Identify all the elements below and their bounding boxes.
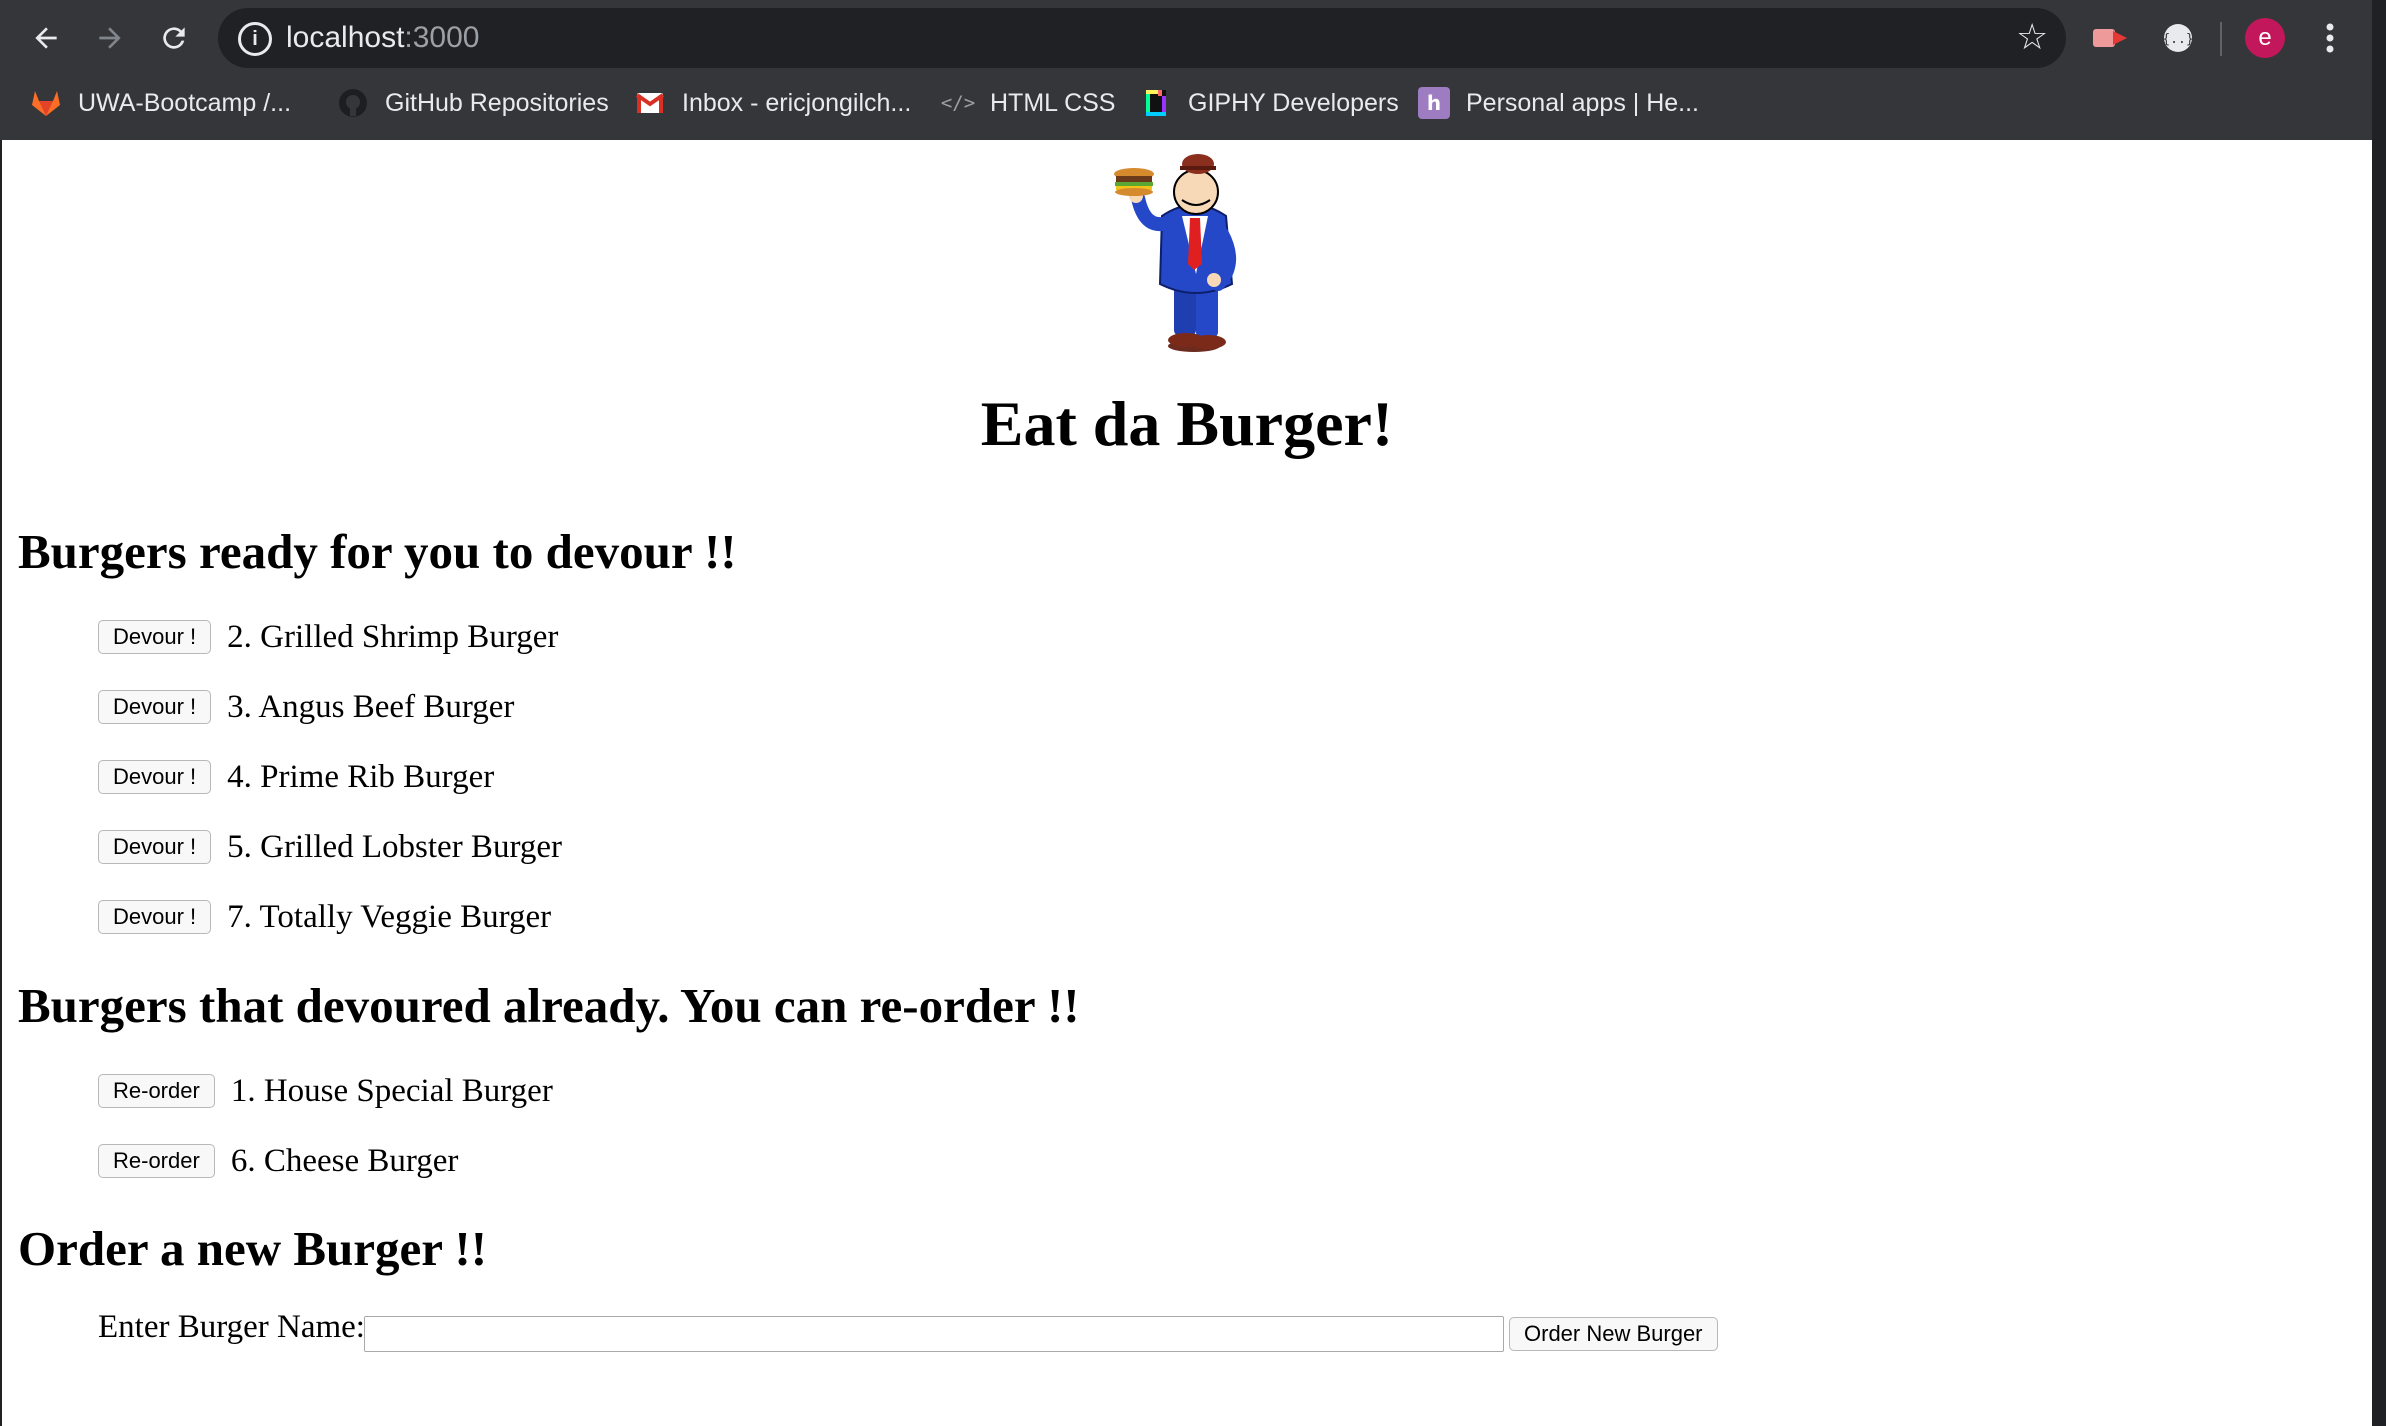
- giphy-icon: [1140, 87, 1172, 119]
- burger-name: 6. Cheese Burger: [230, 1142, 459, 1179]
- order-new-burger-button[interactable]: Order New Burger: [1509, 1317, 1718, 1351]
- back-arrow-icon[interactable]: [22, 14, 70, 62]
- json-viewer-extension-icon[interactable]: {..}: [2158, 18, 2198, 58]
- menu-kebab-icon[interactable]: [2310, 18, 2350, 58]
- bookmark-html-css[interactable]: </> HTML CSS: [940, 80, 1116, 126]
- bookmark-label: Personal apps | He...: [1466, 88, 1700, 117]
- bookmark-label: UWA-Bootcamp /...: [78, 88, 292, 117]
- devour-button[interactable]: Devour !: [98, 760, 212, 794]
- page-title: Eat da Burger!: [980, 388, 1394, 459]
- toolbar: i localhost:3000 ☆ {..} e: [0, 0, 2372, 76]
- reorder-button[interactable]: Re-order: [98, 1074, 215, 1108]
- gmail-icon: [634, 87, 666, 119]
- bookmark-star-icon[interactable]: ☆: [2016, 16, 2048, 58]
- code-icon: </>: [940, 92, 976, 114]
- burger-name: 7. Totally Veggie Burger: [227, 898, 552, 935]
- bookmark-label: GitHub Repositories: [385, 88, 609, 117]
- bookmark-label: GIPHY Developers: [1188, 88, 1399, 117]
- devour-button[interactable]: Devour !: [98, 900, 212, 934]
- url-host: localhost: [286, 21, 405, 54]
- gitlab-icon: [30, 87, 62, 119]
- bookmark-inbox[interactable]: Inbox - ericjongilch...: [634, 80, 911, 126]
- burger-name: 4. Prime Rib Burger: [227, 758, 495, 795]
- burger-mascot-logo: [1110, 154, 1260, 354]
- list-item: Devour ! 4. Prime Rib Burger: [98, 758, 494, 796]
- url-port: :3000: [404, 21, 480, 54]
- burger-name: 3. Angus Beef Burger: [227, 688, 515, 725]
- screen-recorder-extension-icon[interactable]: [2090, 18, 2130, 58]
- bookmark-label: HTML CSS: [990, 88, 1116, 117]
- burger-name-label: Enter Burger Name:: [98, 1309, 365, 1345]
- list-item: Re-order 6. Cheese Burger: [98, 1142, 458, 1180]
- github-icon: [337, 87, 369, 119]
- url-text: localhost:3000: [286, 18, 479, 58]
- bookmark-personal-apps[interactable]: h Personal apps | He...: [1418, 80, 1699, 126]
- browser-chrome: i localhost:3000 ☆ {..} e UWA-Bootcamp /…: [0, 0, 2372, 140]
- page-viewport: Eat da Burger! Burgers ready for you to …: [2, 140, 2372, 1426]
- toolbar-separator: [2220, 22, 2222, 56]
- reorder-button[interactable]: Re-order: [98, 1144, 215, 1178]
- burger-name: 2. Grilled Shrimp Burger: [227, 618, 559, 655]
- devour-button[interactable]: Devour !: [98, 690, 212, 724]
- devour-button[interactable]: Devour !: [98, 620, 212, 654]
- reload-icon[interactable]: [150, 14, 198, 62]
- list-item: Devour ! 7. Totally Veggie Burger: [98, 898, 551, 936]
- svg-text:{..}: {..}: [2162, 32, 2193, 47]
- list-item: Devour ! 5. Grilled Lobster Burger: [98, 828, 562, 866]
- devour-button[interactable]: Devour !: [98, 830, 212, 864]
- address-bar[interactable]: i localhost:3000 ☆: [218, 8, 2066, 68]
- profile-avatar[interactable]: e: [2245, 18, 2285, 58]
- heroku-icon: h: [1418, 87, 1450, 119]
- list-item: Re-order 1. House Special Burger: [98, 1072, 553, 1110]
- bookmark-uwa-bootcamp[interactable]: UWA-Bootcamp /...: [30, 80, 291, 126]
- bookmark-giphy-developers[interactable]: GIPHY Developers: [1140, 80, 1399, 126]
- list-item: Devour ! 2. Grilled Shrimp Burger: [98, 618, 558, 656]
- info-icon[interactable]: i: [238, 22, 272, 56]
- burger-name: 5. Grilled Lobster Burger: [227, 828, 562, 865]
- list-item: Devour ! 3. Angus Beef Burger: [98, 688, 514, 726]
- burger-name: 1. House Special Burger: [230, 1072, 553, 1109]
- bookmarks-bar: UWA-Bootcamp /... GitHub Repositories In…: [0, 80, 2372, 126]
- forward-arrow-icon[interactable]: [86, 14, 134, 62]
- order-heading: Order a new Burger !!: [18, 1221, 488, 1276]
- bookmark-github-repositories[interactable]: GitHub Repositories: [337, 80, 609, 126]
- ready-heading: Burgers ready for you to devour !!: [18, 524, 737, 579]
- devoured-heading: Burgers that devoured already. You can r…: [18, 978, 1080, 1033]
- burger-name-input[interactable]: [364, 1316, 1504, 1352]
- bookmark-label: Inbox - ericjongilch...: [682, 88, 912, 117]
